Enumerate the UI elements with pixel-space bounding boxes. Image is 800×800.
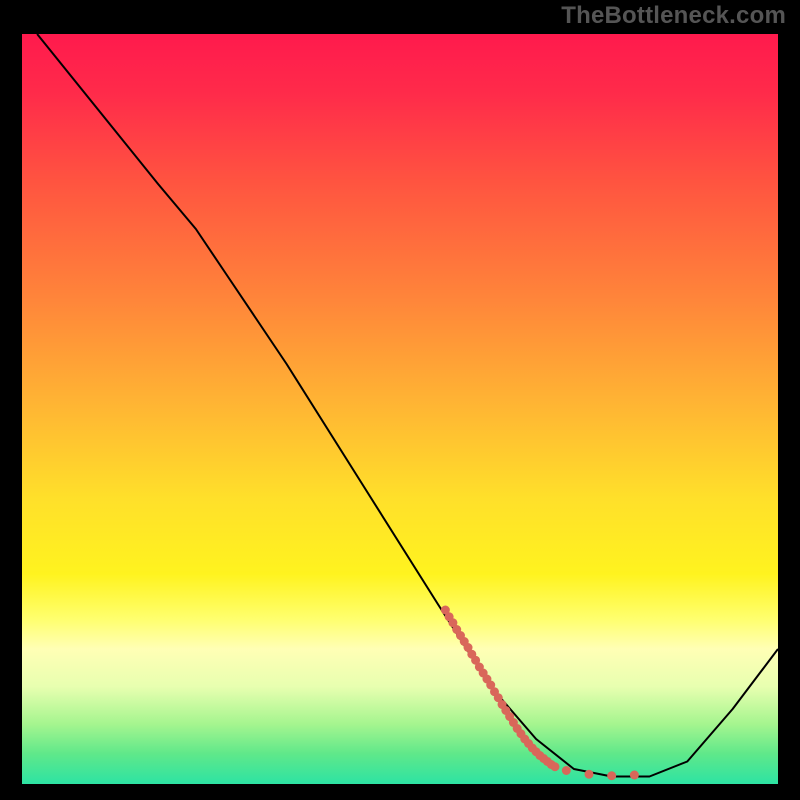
highlight-dot	[607, 771, 616, 780]
highlight-dot	[562, 766, 571, 775]
chart-container: TheBottleneck.com	[0, 0, 800, 800]
plot-frame	[18, 30, 782, 788]
gradient-background	[22, 34, 778, 784]
highlight-dot	[550, 762, 559, 771]
plot-svg	[22, 34, 778, 784]
highlight-dot	[585, 770, 594, 779]
highlight-dot	[630, 771, 639, 780]
watermark-text: TheBottleneck.com	[561, 2, 786, 30]
